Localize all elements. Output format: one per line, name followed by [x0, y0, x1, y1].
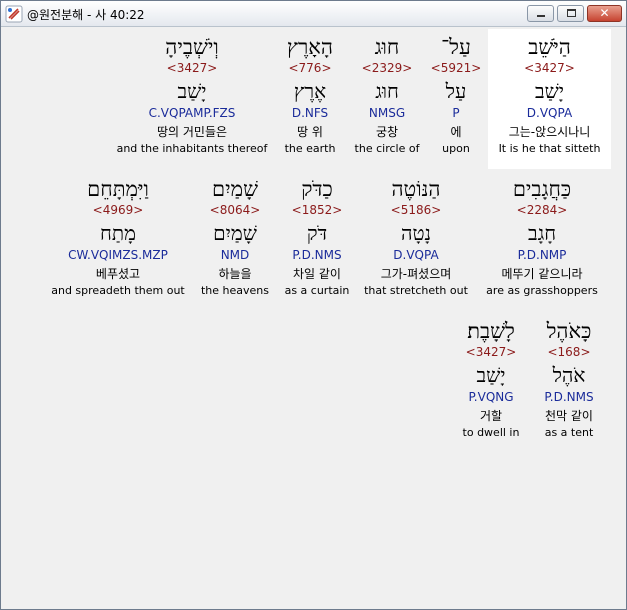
korean-gloss: 그는-앉으시나니	[508, 125, 591, 139]
morphology: P.VQNG	[468, 390, 514, 404]
english-gloss: and spreadeth them out	[51, 284, 185, 297]
strong-number[interactable]: <1852>	[277, 203, 357, 218]
lemma: מָתַח	[100, 221, 136, 245]
korean-gloss: 천막 같이	[545, 409, 593, 423]
hebrew-word: שָׁמַיִם	[212, 177, 258, 201]
word-cell[interactable]: לָשָׁבֶת׃ <3427> יָשַׁב P.VQNG 거할 to dwe…	[453, 313, 529, 453]
verse-analysis-panel: הַיֹּשֵׁב <3427> יָשַׁב D.VQPA 그는-앉으시나니 …	[7, 29, 619, 605]
lemma: דֹּק	[306, 221, 328, 245]
english-gloss: the earth	[284, 142, 336, 155]
minimize-button[interactable]	[527, 5, 554, 22]
word-cell[interactable]: וַיִּמְתָּחֵם <4969> מָתַח CW.VQIMZS.MZP…	[45, 171, 191, 311]
lemma: עַל	[445, 79, 467, 103]
morphology: P	[452, 106, 460, 120]
korean-gloss: 궁창	[375, 125, 399, 139]
hebrew-word: הַיֹּשֵׁב	[528, 35, 571, 59]
strong-number[interactable]: <2284>	[477, 203, 607, 218]
lemma: יָשַׁב	[476, 363, 506, 387]
korean-gloss: 거할	[479, 409, 503, 423]
word-cell[interactable]: הַיֹּשֵׁב <3427> יָשַׁב D.VQPA 그는-앉으시나니 …	[488, 29, 611, 169]
english-gloss: and the inhabitants thereof	[116, 142, 268, 155]
word-cell[interactable]: חוּג <2329> חוּג NMSG 궁창 the circle of	[349, 29, 425, 169]
strong-number[interactable]: <5921>	[423, 61, 489, 76]
maximize-icon	[567, 9, 576, 17]
app-window: @원전분해 - 사 40:22 ✕ הַיֹּשֵׁב <3427> יָשַׁ…	[0, 0, 627, 610]
hebrew-word: כַּחֲגָבִים	[512, 177, 572, 201]
lemma: חוּג	[375, 79, 399, 103]
korean-gloss: 땅의 거민들은	[156, 125, 228, 139]
word-cell[interactable]: כָּאֹהֶל <168> אֹהֶל P.D.NMS 천막 같이 as a …	[531, 313, 607, 453]
morphology: D.NFS	[291, 106, 329, 120]
morphology: D.VQPA	[526, 106, 573, 120]
strong-number[interactable]: <3427>	[111, 61, 273, 76]
word-cell[interactable]: כַּחֲגָבִים <2284> חָגָב P.D.NMP 메뚜기 같으니…	[477, 171, 607, 311]
maximize-button[interactable]	[557, 5, 584, 22]
morphology: P.D.NMS	[292, 248, 342, 262]
word-cell[interactable]: הַנּוֹטֶה <5186> נָטָה D.VQPA 그가-펴셨으며 th…	[357, 171, 475, 311]
morphology: CW.VQIMZS.MZP	[68, 248, 168, 262]
korean-gloss: 에	[450, 125, 462, 139]
strong-number[interactable]: <8064>	[195, 203, 275, 218]
lemma: נָטָה	[400, 221, 432, 245]
hebrew-word: הָאָרֶץ	[287, 35, 333, 59]
strong-number[interactable]: <168>	[531, 345, 607, 360]
morphology: P.D.NMP	[517, 248, 567, 262]
korean-gloss: 메뚜기 같으니라	[501, 267, 583, 281]
english-gloss: as a curtain	[284, 284, 350, 297]
strong-number[interactable]: <776>	[275, 61, 345, 76]
hebrew-word: וַיִּמְתָּחֵם	[87, 177, 149, 201]
english-gloss: to dwell in	[462, 426, 520, 439]
lemma: יָשַׁב	[534, 79, 565, 103]
strong-number[interactable]: <3427>	[488, 61, 611, 76]
english-gloss: the circle of	[354, 142, 420, 155]
strong-number[interactable]: <2329>	[349, 61, 425, 76]
korean-gloss: 그가-펴셨으며	[380, 267, 452, 281]
minimize-icon	[537, 15, 545, 17]
close-button[interactable]: ✕	[587, 5, 622, 22]
word-cell[interactable]: עַל־ <5921> עַל P 에 upon	[423, 29, 489, 169]
morphology: NMD	[220, 248, 250, 262]
hebrew-word: וְיֹשְׁבֶיהָ	[165, 35, 219, 59]
morphology: NMSG	[368, 106, 406, 120]
english-gloss: are as grasshoppers	[486, 284, 598, 297]
korean-gloss: 베푸셨고	[95, 267, 141, 281]
korean-gloss: 하늘을	[218, 267, 252, 281]
english-gloss: as a tent	[544, 426, 594, 439]
title-bar[interactable]: @원전분해 - 사 40:22 ✕	[1, 1, 626, 27]
hebrew-word: כָּאֹהֶל	[546, 319, 592, 343]
english-gloss: It is he that sitteth	[498, 142, 601, 155]
window-title: @원전분해 - 사 40:22	[27, 8, 145, 22]
hebrew-word: חוּג	[374, 35, 400, 59]
hebrew-word: לָשָׁבֶת׃	[467, 319, 515, 343]
strong-number[interactable]: <5186>	[357, 203, 475, 218]
hebrew-word: הַנּוֹטֶה	[391, 177, 441, 201]
english-gloss: upon	[442, 142, 470, 155]
strong-number[interactable]: <3427>	[453, 345, 529, 360]
hebrew-word: עַל־	[441, 35, 471, 59]
strong-number[interactable]: <4969>	[45, 203, 191, 218]
lemma: חָגָב	[527, 221, 557, 245]
morphology: P.D.NMS	[544, 390, 594, 404]
word-cell[interactable]: וְיֹשְׁבֶיהָ <3427> יָשַׁב C.VQPAMP.FZS …	[111, 29, 273, 169]
korean-gloss: 차일 같이	[293, 267, 341, 281]
lemma: שָׁמַיִם	[213, 221, 257, 245]
lemma: אֹהֶל	[552, 363, 586, 387]
english-gloss: that stretcheth out	[364, 284, 468, 297]
english-gloss: the heavens	[200, 284, 269, 297]
close-icon: ✕	[599, 6, 610, 20]
lemma: אֶרֶץ	[293, 79, 327, 103]
word-cell[interactable]: הָאָרֶץ <776> אֶרֶץ D.NFS 땅 위 the earth	[275, 29, 345, 169]
lemma: יָשַׁב	[177, 79, 207, 103]
morphology: C.VQPAMP.FZS	[148, 106, 236, 120]
word-cell[interactable]: שָׁמַיִם <8064> שָׁמַיִם NMD 하늘을 the hea…	[195, 171, 275, 311]
word-cell[interactable]: כַדֹּק <1852> דֹּק P.D.NMS 차일 같이 as a cu…	[277, 171, 357, 311]
morphology: D.VQPA	[393, 248, 439, 262]
hebrew-word: כַדֹּק	[301, 177, 333, 201]
korean-gloss: 땅 위	[297, 125, 323, 139]
app-icon	[5, 5, 23, 23]
